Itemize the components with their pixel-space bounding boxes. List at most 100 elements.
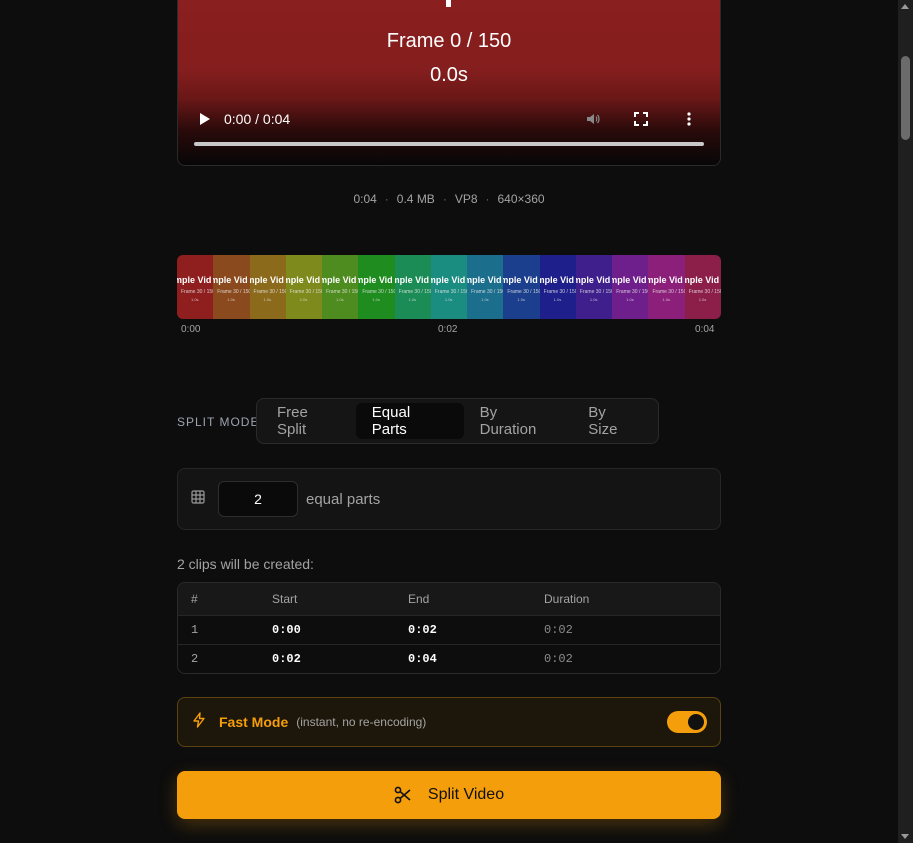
- thumbnail-time: 1.0s: [553, 297, 562, 302]
- thumbnail-subtitle: Frame 30 / 150: [579, 289, 613, 295]
- clips-summary: 2 clips will be created:: [177, 556, 314, 572]
- tab-equal-parts[interactable]: Equal Parts: [355, 403, 464, 439]
- thumbnail-title: mple Vid: [430, 275, 466, 285]
- table-header: # Start End Duration: [178, 583, 720, 615]
- video-controls: 0:00 / 0:04: [194, 109, 704, 129]
- thumbnail-subtitle: Frame 30 / 150: [652, 289, 685, 295]
- thumbnail-time: 1.0s: [444, 297, 453, 302]
- scroll-up-icon[interactable]: [901, 4, 909, 9]
- thumbnail-time: 1.0s: [336, 297, 344, 302]
- clip-index: 2: [191, 652, 199, 666]
- thumbnail-title: mple Vid: [394, 275, 429, 285]
- thumbnail-time: 1.0s: [517, 297, 525, 302]
- thumbnail-subtitle: Frame 30 / 150: [543, 289, 576, 295]
- thumbnail-frame: mple Vid Frame 30 / 150 1.0s: [539, 255, 576, 319]
- table-row: 2 0:02 0:04 0:02: [178, 644, 720, 673]
- thumbnail-frame: mple Vid Frame 30 / 150 1.0s: [394, 255, 431, 319]
- thumbnail-title: mple Vid: [177, 275, 212, 285]
- frame-counter: Frame 0 / 150: [386, 30, 512, 52]
- thumbnail-title: mple Vid: [249, 275, 284, 285]
- scroll-down-icon[interactable]: [901, 834, 909, 839]
- header-duration: Duration: [544, 592, 590, 606]
- thumbnail-subtitle: Frame 30 / 150: [471, 289, 504, 295]
- header-start: Start: [272, 592, 298, 606]
- thumbnail-subtitle: Frame 30 / 150: [434, 289, 468, 295]
- meta-size: 0.4 MB: [396, 192, 435, 206]
- thumbnail-frame: mple Vid Frame 30 / 150 1.0s: [358, 255, 395, 319]
- meta-resolution: 640×360: [497, 192, 545, 206]
- volume-icon[interactable]: [584, 110, 602, 128]
- fullscreen-icon[interactable]: [632, 110, 650, 128]
- thumbnail-time: 1.0s: [481, 297, 489, 302]
- video-timecode: 0:00 / 0:04: [224, 111, 291, 127]
- fast-mode-panel: Fast Mode (instant, no re-encoding): [177, 697, 721, 747]
- tab-free-split[interactable]: Free Split: [261, 403, 356, 439]
- thumbnail-frame: mple Vid Frame 30 / 150 1.0s: [285, 255, 323, 319]
- scissors-icon: [394, 786, 412, 804]
- split-video-label: Split Video: [427, 786, 505, 803]
- clip-duration: 0:02: [544, 652, 573, 666]
- parts-label: equal parts: [306, 490, 381, 508]
- fast-mode-description: (instant, no re-encoding): [296, 715, 427, 729]
- thumbnail-title: mple Vid: [684, 275, 720, 285]
- video-progress-bar[interactable]: [194, 142, 704, 146]
- thumbnail-frame: mple Vid Frame 30 / 150 1.0s: [249, 255, 286, 319]
- video-meta: 0:04 · 0.4 MB · VP8 · 640×360: [353, 192, 545, 206]
- thumbnail-title: mple Vid: [539, 275, 575, 285]
- play-icon[interactable]: [200, 113, 210, 125]
- clip-start: 0:00: [272, 623, 301, 637]
- thumbnail-subtitle: Frame 30 / 150: [507, 289, 540, 295]
- thumbnail-strip[interactable]: mple Vid Frame 30 / 150 1.0s mple Vid Frame …: [177, 255, 721, 319]
- thumbnail-time: 1.0s: [191, 297, 199, 302]
- thumbnail-subtitle: Frame 30 / 150: [217, 289, 250, 295]
- table-row: 1 0:00 0:02 0:02: [178, 615, 720, 644]
- thumbnail-time: 1.0s: [408, 297, 417, 302]
- thumbnail-subtitle: Frame 30 / 150: [253, 289, 286, 295]
- parts-count-input[interactable]: [218, 481, 298, 517]
- lightning-icon: [191, 711, 207, 733]
- thumbnail-title: mple Vid: [322, 275, 357, 285]
- tab-by-duration[interactable]: By Duration: [464, 403, 573, 439]
- thumbnail-frame: mple Vid Frame 30 / 150 1.0s: [322, 255, 359, 319]
- thumbnail-frame: mple Vid Frame 30 / 150 1.0s: [467, 255, 504, 319]
- split-mode-label: SPLIT MODE: [177, 415, 260, 429]
- thumbnail-subtitle: Frame 30 / 150: [362, 289, 395, 295]
- thumbnail-time: 1.0s: [698, 297, 707, 302]
- timeline-label-end: 0:04: [695, 324, 715, 335]
- thumbnail-frame: mple Vid Frame 30 / 150 1.0s: [177, 255, 214, 319]
- clip-end: 0:02: [408, 623, 437, 637]
- page-scrollbar[interactable]: [898, 0, 913, 843]
- thumbnail-time: 1.0s: [227, 297, 235, 302]
- fast-mode-toggle[interactable]: [667, 711, 707, 733]
- meta-codec: VP8: [454, 192, 478, 206]
- thumbnail-frame: mple Vid Frame 30 / 150 1.0s: [648, 255, 685, 319]
- more-options-icon[interactable]: [680, 110, 698, 128]
- thumbnail-subtitle: Frame 30 / 150: [398, 289, 431, 295]
- thumbnail-time: 1.0s: [589, 297, 598, 302]
- thumbnail-title: mple Vid: [213, 275, 248, 285]
- thumbnail-title: mple Vid: [285, 275, 321, 285]
- thumbnail-time: 1.0s: [626, 297, 634, 302]
- thumbnail-frame: mple Vid Frame 30 / 150 1.0s: [575, 255, 613, 319]
- tab-by-size[interactable]: By Size: [572, 403, 654, 439]
- timeline-label-mid: 0:02: [438, 324, 458, 335]
- thumbnail-frame: mple Vid Frame 30 / 150 1.0s: [612, 255, 649, 319]
- thumbnail-title: mple Vid: [358, 275, 393, 285]
- clip-start: 0:02: [272, 652, 301, 666]
- clips-table: # Start End Duration 1 0:00 0:02 0:02 2 …: [177, 582, 721, 674]
- thumbnail-subtitle: Frame 30 / 150: [181, 289, 214, 295]
- thumbnail-time: 1.0s: [299, 297, 308, 302]
- thumbnail-frame: mple Vid Frame 30 / 150 1.0s: [213, 255, 250, 319]
- thumbnail-time: 1.0s: [662, 297, 671, 302]
- toggle-knob: [688, 714, 704, 730]
- split-mode-tabs: Free Split Equal Parts By Duration By Si…: [256, 398, 659, 444]
- thumbnail-subtitle: Frame 30 / 150: [289, 289, 323, 295]
- thumbnail-frame: mple Vid Frame 30 / 150 1.0s: [684, 255, 721, 319]
- thumbnail-subtitle: Frame 30 / 150: [326, 289, 359, 295]
- split-video-button[interactable]: Split Video: [177, 771, 721, 819]
- thumbnail-time: 1.0s: [263, 297, 272, 302]
- grid-icon: [191, 489, 205, 509]
- video-player[interactable]: Frame 0 / 150 0.0s 0:00 / 0:04: [177, 0, 721, 166]
- equal-parts-panel: equal parts: [177, 468, 721, 530]
- scroll-thumb[interactable]: [901, 56, 910, 140]
